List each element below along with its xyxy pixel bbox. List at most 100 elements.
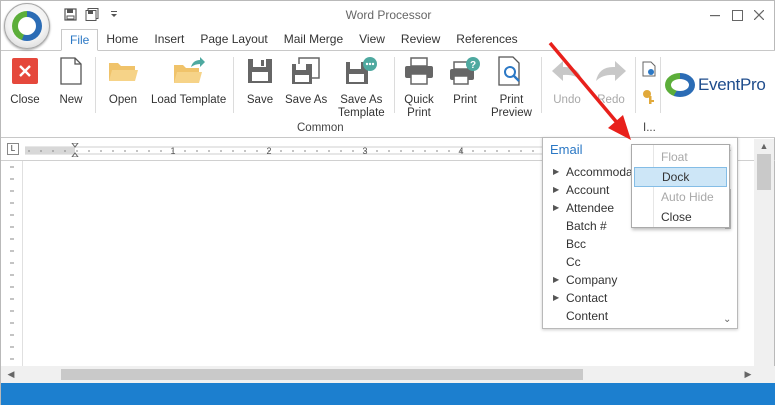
expand-caret-icon[interactable]: ▶ xyxy=(553,289,559,307)
print-label: Print xyxy=(453,94,477,106)
ribbon-tabs: File Home Insert Page Layout Mail Merge … xyxy=(61,29,526,51)
expand-caret-icon[interactable]: ▶ xyxy=(553,163,559,181)
group-label-small: I... xyxy=(643,122,656,134)
tab-home[interactable]: Home xyxy=(98,29,146,51)
ribbon-separator xyxy=(233,57,234,113)
horizontal-scroll-thumb[interactable] xyxy=(61,369,583,380)
tab-page-layout[interactable]: Page Layout xyxy=(192,29,275,51)
menu-item-close[interactable]: Close xyxy=(634,207,727,227)
ruler-number: 4 xyxy=(458,146,463,156)
menu-item-float[interactable]: Float xyxy=(634,147,727,167)
print-preview-label-2: Preview xyxy=(491,107,532,119)
email-field-label: Bcc xyxy=(566,237,587,251)
save-as-template-icon xyxy=(345,55,378,87)
tab-file[interactable]: File xyxy=(61,29,99,51)
email-field-label: Cc xyxy=(566,255,581,269)
print-preview-button[interactable]: Print Preview xyxy=(491,55,532,120)
vertical-ruler xyxy=(10,161,23,366)
horizontal-scrollbar[interactable]: ◀ ▶ xyxy=(1,366,775,383)
eventpro-logo-text: EventPro xyxy=(698,75,766,94)
tab-review[interactable]: Review xyxy=(393,29,448,51)
save-as-template-label-2: Template xyxy=(338,107,385,119)
document-settings-icon[interactable] xyxy=(642,61,656,80)
eventpro-logo: EventPro xyxy=(665,73,766,97)
scroll-left-icon[interactable]: ◀ xyxy=(3,366,19,383)
expand-caret-icon[interactable]: ▶ xyxy=(553,199,559,217)
tab-view[interactable]: View xyxy=(351,29,393,51)
horizontal-ruler[interactable]: 1 2 3 4 xyxy=(25,143,555,157)
app-window: Word Processor File Home Insert Page Lay… xyxy=(0,0,775,405)
save-as-icon xyxy=(290,55,322,87)
scroll-right-icon[interactable]: ▶ xyxy=(740,366,756,383)
redo-button[interactable]: Redo xyxy=(595,55,627,107)
eventpro-logo-icon xyxy=(665,73,695,97)
email-field-item[interactable]: Content xyxy=(551,307,727,325)
save-button[interactable]: Save xyxy=(244,55,276,107)
email-field-label: Attendee xyxy=(566,201,615,215)
save-as-button[interactable]: Save As xyxy=(285,55,327,107)
open-button[interactable]: Open xyxy=(107,55,139,107)
save-as-template-button[interactable]: Save As Template xyxy=(338,55,385,120)
quick-print-label-1: Quick xyxy=(404,94,434,106)
expand-caret-icon[interactable]: ▶ xyxy=(553,271,559,289)
key-icon[interactable] xyxy=(642,89,656,108)
ribbon-separator xyxy=(95,57,96,113)
email-field-item[interactable]: Cc xyxy=(551,253,727,271)
load-template-label: Load Template xyxy=(151,94,227,106)
undo-button[interactable]: Undo xyxy=(551,55,583,107)
open-label: Open xyxy=(108,94,138,106)
open-folder-icon xyxy=(107,55,139,87)
save-as-template-label-1: Save As xyxy=(340,94,383,106)
quick-print-label-2: Print xyxy=(407,107,431,119)
maximize-icon[interactable] xyxy=(726,5,748,25)
tab-mail-merge[interactable]: Mail Merge xyxy=(276,29,351,51)
group-label-common: Common xyxy=(297,122,344,134)
close-icon[interactable] xyxy=(748,5,770,25)
print-icon: ? xyxy=(449,55,481,87)
ribbon-separator xyxy=(635,57,636,113)
print-button[interactable]: ? Print xyxy=(449,55,481,107)
window-controls xyxy=(704,5,770,25)
save-label: Save xyxy=(246,94,274,106)
email-field-label: Account xyxy=(566,183,610,197)
ruler-number: 1 xyxy=(170,146,175,156)
vertical-scroll-thumb[interactable] xyxy=(757,154,771,190)
save-as-label: Save As xyxy=(285,94,328,106)
close-button[interactable]: Close xyxy=(9,55,41,107)
tab-references[interactable]: References xyxy=(448,29,525,51)
redo-icon xyxy=(595,55,627,87)
expand-caret-icon[interactable]: ▶ xyxy=(553,181,559,199)
print-preview-icon xyxy=(495,55,527,87)
app-logo-icon xyxy=(12,11,42,41)
ribbon-separator xyxy=(541,57,542,113)
email-field-label: Content xyxy=(566,309,609,323)
email-field-item[interactable]: ▶ Company xyxy=(551,271,727,289)
email-field-label: Contact xyxy=(566,291,608,305)
ruler-number: 2 xyxy=(266,146,271,156)
email-panel-title[interactable]: Email xyxy=(550,142,583,157)
app-menu-button[interactable] xyxy=(4,3,50,49)
tab-stop-selector[interactable]: L xyxy=(7,143,19,155)
vertical-scrollbar[interactable]: ▲ xyxy=(754,139,774,367)
minimize-icon[interactable] xyxy=(704,5,726,25)
new-button[interactable]: New xyxy=(55,55,87,107)
ribbon: Close New Open Load Template Save Save A… xyxy=(1,50,775,138)
close-label: Close xyxy=(10,94,40,106)
load-template-button[interactable]: Load Template xyxy=(151,55,226,107)
load-template-icon xyxy=(173,55,205,87)
email-field-label: Company xyxy=(566,273,618,287)
menu-item-auto-hide[interactable]: Auto Hide xyxy=(634,187,727,207)
status-bar xyxy=(1,383,775,405)
print-preview-label-1: Print xyxy=(499,94,524,106)
email-field-item[interactable]: ▶ Contact xyxy=(551,289,727,307)
scroll-up-icon[interactable]: ▲ xyxy=(754,139,774,153)
new-document-icon xyxy=(55,55,87,87)
quick-print-icon xyxy=(403,55,435,87)
menu-item-dock[interactable]: Dock xyxy=(634,167,727,187)
tab-insert[interactable]: Insert xyxy=(146,29,192,51)
quick-print-button[interactable]: Quick Print xyxy=(403,55,435,120)
redo-label: Redo xyxy=(597,94,625,106)
chevron-down-icon[interactable]: ⌄ xyxy=(723,314,731,325)
ribbon-separator xyxy=(660,57,661,113)
email-field-item[interactable]: Bcc xyxy=(551,235,727,253)
